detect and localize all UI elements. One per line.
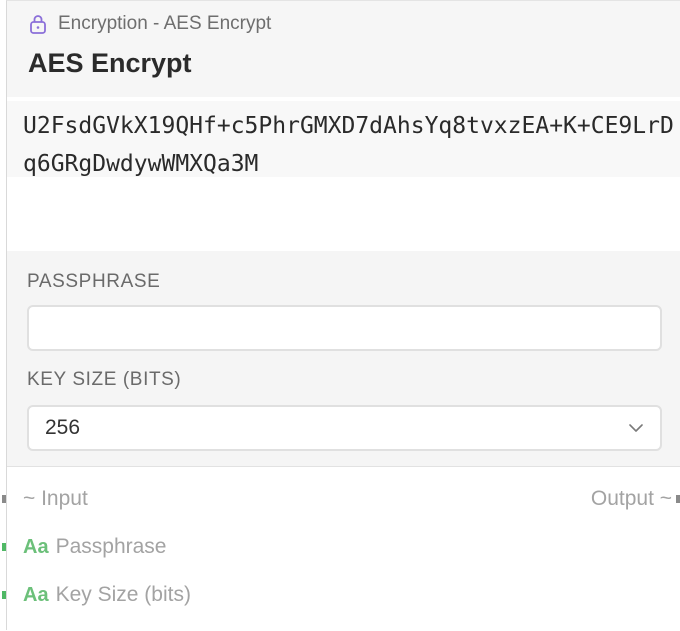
key-size-select[interactable]: 256 — [27, 405, 662, 451]
key-size-port-text: Key Size (bits) — [55, 583, 191, 606]
output-port-handle[interactable] — [676, 495, 680, 503]
parameters-panel: PASSPHRASE KEY SIZE (BITS) 256 — [7, 251, 680, 467]
output-port-label: Output ~ — [590, 487, 672, 510]
key-size-port-label: Aa Key Size (bits) — [23, 580, 191, 610]
ports-section: ~ Input Output ~ Aa Passphrase Aa Key Size… — [7, 468, 680, 631]
passphrase-field[interactable] — [27, 305, 662, 351]
aes-encrypt-node[interactable]: Encryption - AES Encrypt AES Encrypt U2F… — [6, 0, 680, 630]
input-port-label: ~ Input — [23, 487, 88, 510]
category-label: Encryption - AES Encrypt — [58, 13, 272, 34]
string-type-icon: Aa — [23, 584, 49, 606]
node-header[interactable]: Encryption - AES Encrypt AES Encrypt — [7, 1, 680, 97]
passphrase-port-label: Aa Passphrase — [23, 532, 166, 562]
passphrase-label: PASSPHRASE — [27, 271, 161, 292]
passphrase-port-row: Aa Passphrase — [7, 532, 680, 562]
key-size-label: KEY SIZE (BITS) — [27, 369, 182, 390]
flow-port-row: ~ Input Output ~ — [7, 484, 680, 514]
passphrase-port-text: Passphrase — [55, 535, 167, 558]
lock-icon — [30, 15, 46, 34]
string-type-icon: Aa — [23, 536, 49, 558]
output-preview: U2FsdGVkX19QHf+c5PhrGMXD7dAhsYq8tvxzEA+K… — [7, 97, 680, 251]
chevron-down-icon — [629, 424, 643, 432]
node-title: AES Encrypt — [28, 48, 192, 78]
key-size-value: 256 — [45, 416, 81, 439]
output-value: U2FsdGVkX19QHf+c5PhrGMXD7dAhsYq8tvxzEA+K… — [7, 101, 680, 177]
key-size-port-row: Aa Key Size (bits) — [7, 580, 680, 610]
node-category: Encryption - AES Encrypt — [28, 13, 271, 35]
